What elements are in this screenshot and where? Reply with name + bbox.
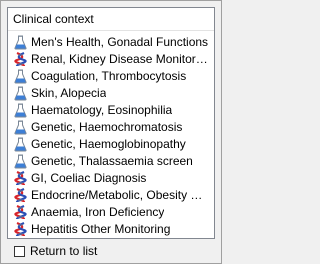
flask-icon: [14, 35, 27, 50]
list-item-label: Genetic, Haemochromatosis: [31, 120, 183, 134]
return-to-list-label: Return to list: [30, 244, 98, 258]
flask-icon: [14, 69, 27, 84]
list-item[interactable]: Skin, Alopecia: [8, 85, 214, 102]
list-item-label: Genetic, Thalassaemia screen: [31, 154, 193, 168]
list-item[interactable]: Coagulation, Thrombocytosis: [8, 68, 214, 85]
flask-icon: [14, 86, 27, 101]
list-item-label: Renal, Kidney Disease Monitoring: [31, 52, 209, 66]
list-item[interactable]: Renal, Kidney Disease Monitoring: [8, 51, 214, 68]
dna-icon: [14, 205, 27, 220]
list-item[interactable]: Genetic, Haemoglobinopathy: [8, 136, 214, 153]
list-item[interactable]: Men's Health, Gonadal Functions: [8, 34, 214, 51]
list-item-label: Men's Health, Gonadal Functions: [31, 35, 209, 49]
list-item-label: Haematology, Eosinophilia: [31, 103, 173, 117]
flask-icon: [14, 137, 27, 152]
dna-icon: [14, 52, 27, 67]
list-item-label: Skin, Alopecia: [31, 86, 107, 100]
clinical-context-list[interactable]: Clinical context Men's Health, Gonadal F…: [7, 7, 215, 239]
list-item[interactable]: Genetic, Thalassaemia screen: [8, 153, 214, 170]
return-to-list-checkbox[interactable]: [14, 245, 25, 257]
list-item-label: Endocrine/Metabolic, Obesity Mo...: [31, 188, 209, 202]
list-item[interactable]: GI, Coeliac Diagnosis: [8, 170, 214, 187]
flask-icon: [14, 120, 27, 135]
list-item[interactable]: Hepatitis Other Monitoring: [8, 221, 214, 238]
list-item[interactable]: Haematology, Eosinophilia: [8, 102, 214, 119]
flask-icon: [14, 103, 27, 118]
list-item-label: Anaemia, Iron Deficiency: [31, 205, 165, 219]
list-header: Clinical context: [8, 8, 214, 31]
list-item[interactable]: Endocrine/Metabolic, Obesity Mo...: [8, 187, 214, 204]
dna-icon: [14, 171, 27, 186]
dna-icon: [14, 188, 27, 203]
list-item[interactable]: Anaemia, Iron Deficiency: [8, 204, 214, 221]
list-item-label: Coagulation, Thrombocytosis: [31, 69, 187, 83]
dna-icon: [14, 222, 27, 237]
clinical-context-panel: Clinical context Men's Health, Gonadal F…: [0, 0, 222, 264]
flask-icon: [14, 154, 27, 169]
list-item-label: Genetic, Haemoglobinopathy: [31, 137, 186, 151]
list-items: Men's Health, Gonadal Functions Renal, Ki…: [8, 31, 214, 238]
list-item-label: GI, Coeliac Diagnosis: [31, 171, 147, 185]
list-item[interactable]: Genetic, Haemochromatosis: [8, 119, 214, 136]
list-item-label: Hepatitis Other Monitoring: [31, 222, 171, 236]
return-to-list-option[interactable]: Return to list: [14, 244, 97, 258]
